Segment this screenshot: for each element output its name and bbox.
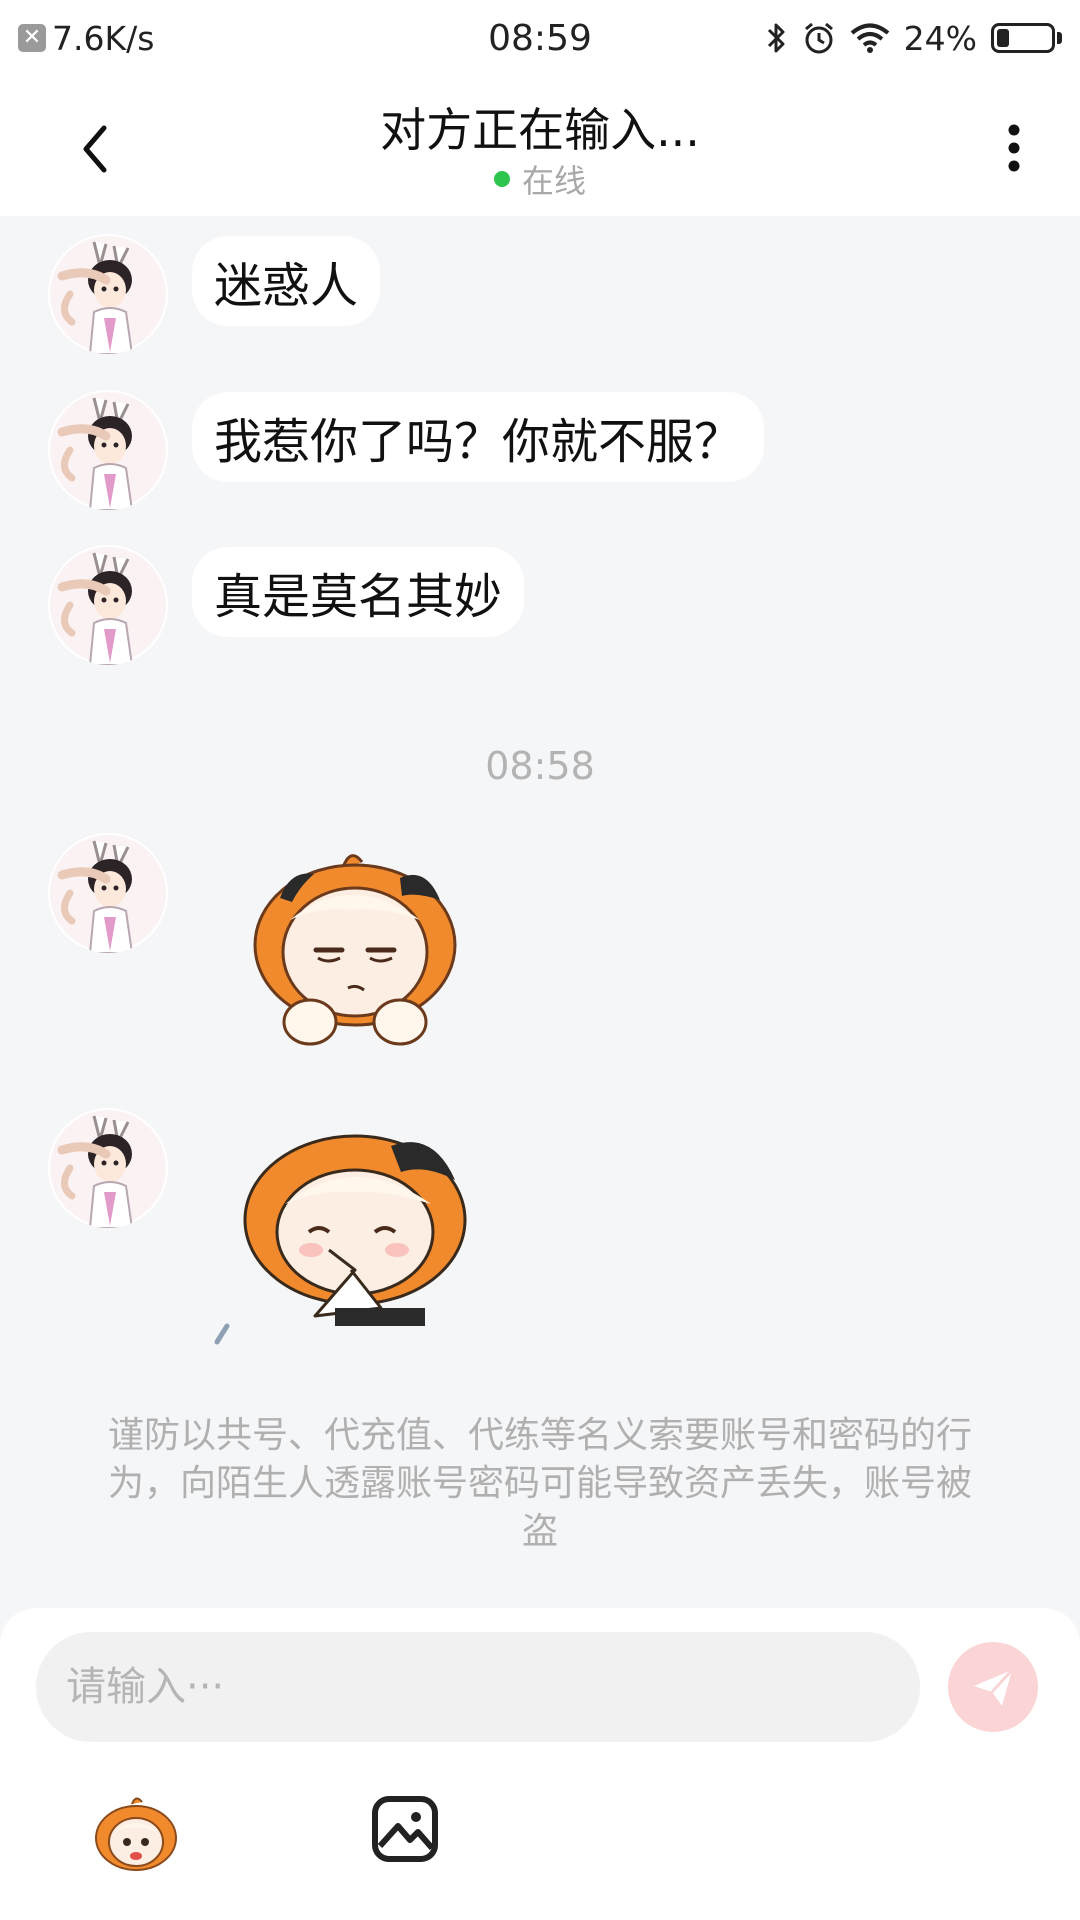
- network-off-icon: ✕: [18, 24, 46, 52]
- chat-title: 对方正在输入...: [380, 103, 700, 157]
- sticker-crying-girl[interactable]: [205, 1120, 485, 1354]
- online-dot-icon: [493, 171, 510, 187]
- contact-avatar[interactable]: [48, 545, 168, 665]
- image-icon: [372, 1796, 438, 1862]
- online-status-label: 在线: [521, 162, 586, 200]
- send-button[interactable]: [948, 1642, 1038, 1732]
- contact-avatar[interactable]: [48, 390, 168, 510]
- chat-header: 对方正在输入... 在线: [0, 76, 1080, 216]
- wifi-icon: [850, 23, 889, 53]
- sticker-unimpressed-girl[interactable]: [230, 840, 480, 1064]
- message-row: [48, 833, 168, 953]
- bluetooth-icon: [767, 23, 785, 53]
- message-input[interactable]: [36, 1632, 920, 1742]
- contact-avatar[interactable]: [48, 234, 168, 354]
- status-bar: ✕ 7.6K/s 08:59 24%: [0, 0, 1080, 76]
- contact-avatar[interactable]: [48, 1108, 168, 1228]
- send-paper-plane-icon: [974, 1668, 1014, 1706]
- contact-avatar[interactable]: [48, 833, 168, 953]
- emoji-sticker-icon: [95, 1797, 177, 1871]
- image-picker-button[interactable]: [370, 1794, 440, 1864]
- input-panel: [0, 1608, 1080, 1920]
- alarm-icon: [804, 22, 833, 54]
- battery-icon: [991, 23, 1062, 53]
- more-options-button[interactable]: [990, 112, 1030, 182]
- message-bubble[interactable]: 真是莫名其妙: [192, 547, 525, 637]
- more-vertical-icon: [1008, 124, 1020, 172]
- safety-notice: 谨防以共号、代充值、代练等名义索要账号和密码的行为，向陌生人透露账号密码可能导致…: [107, 1415, 972, 1552]
- message-row: [48, 390, 168, 510]
- battery-fill: [997, 29, 1010, 47]
- battery-percent: 24%: [903, 18, 977, 58]
- network-speed: 7.6K/s: [52, 18, 155, 58]
- clock: 08:59: [488, 17, 592, 59]
- status-left: ✕ 7.6K/s: [18, 19, 378, 58]
- message-row: [48, 234, 168, 354]
- emoji-sticker-button[interactable]: [92, 1794, 180, 1874]
- message-bubble[interactable]: 我惹你了吗？你就不服？: [192, 392, 765, 482]
- status-right: 24%: [702, 19, 1062, 58]
- message-row: [48, 545, 168, 665]
- time-divider: 08:58: [485, 744, 595, 788]
- message-bubble[interactable]: 迷惑人: [192, 236, 381, 326]
- online-status: 在线: [0, 156, 1080, 202]
- message-row: [48, 1108, 168, 1228]
